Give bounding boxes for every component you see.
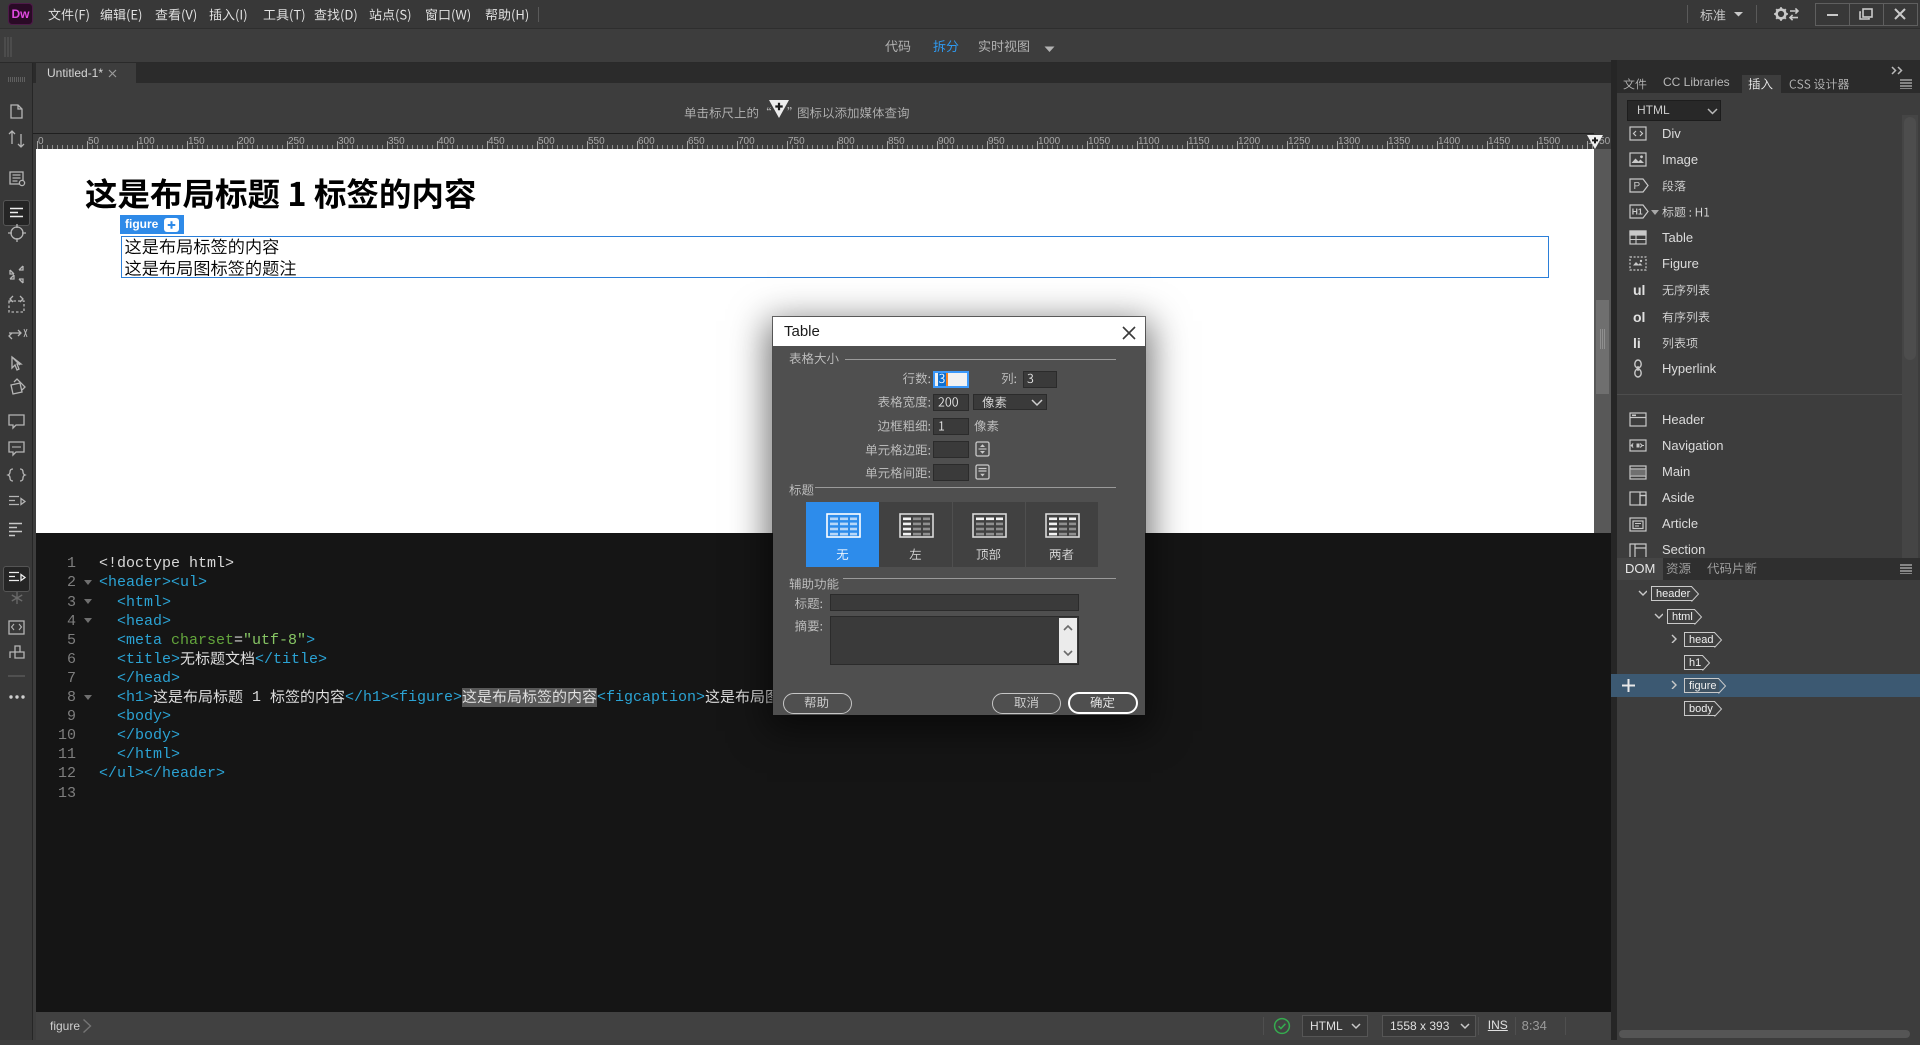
svg-text:H1: H1 — [1632, 207, 1643, 217]
svg-text:P: P — [1634, 181, 1641, 192]
